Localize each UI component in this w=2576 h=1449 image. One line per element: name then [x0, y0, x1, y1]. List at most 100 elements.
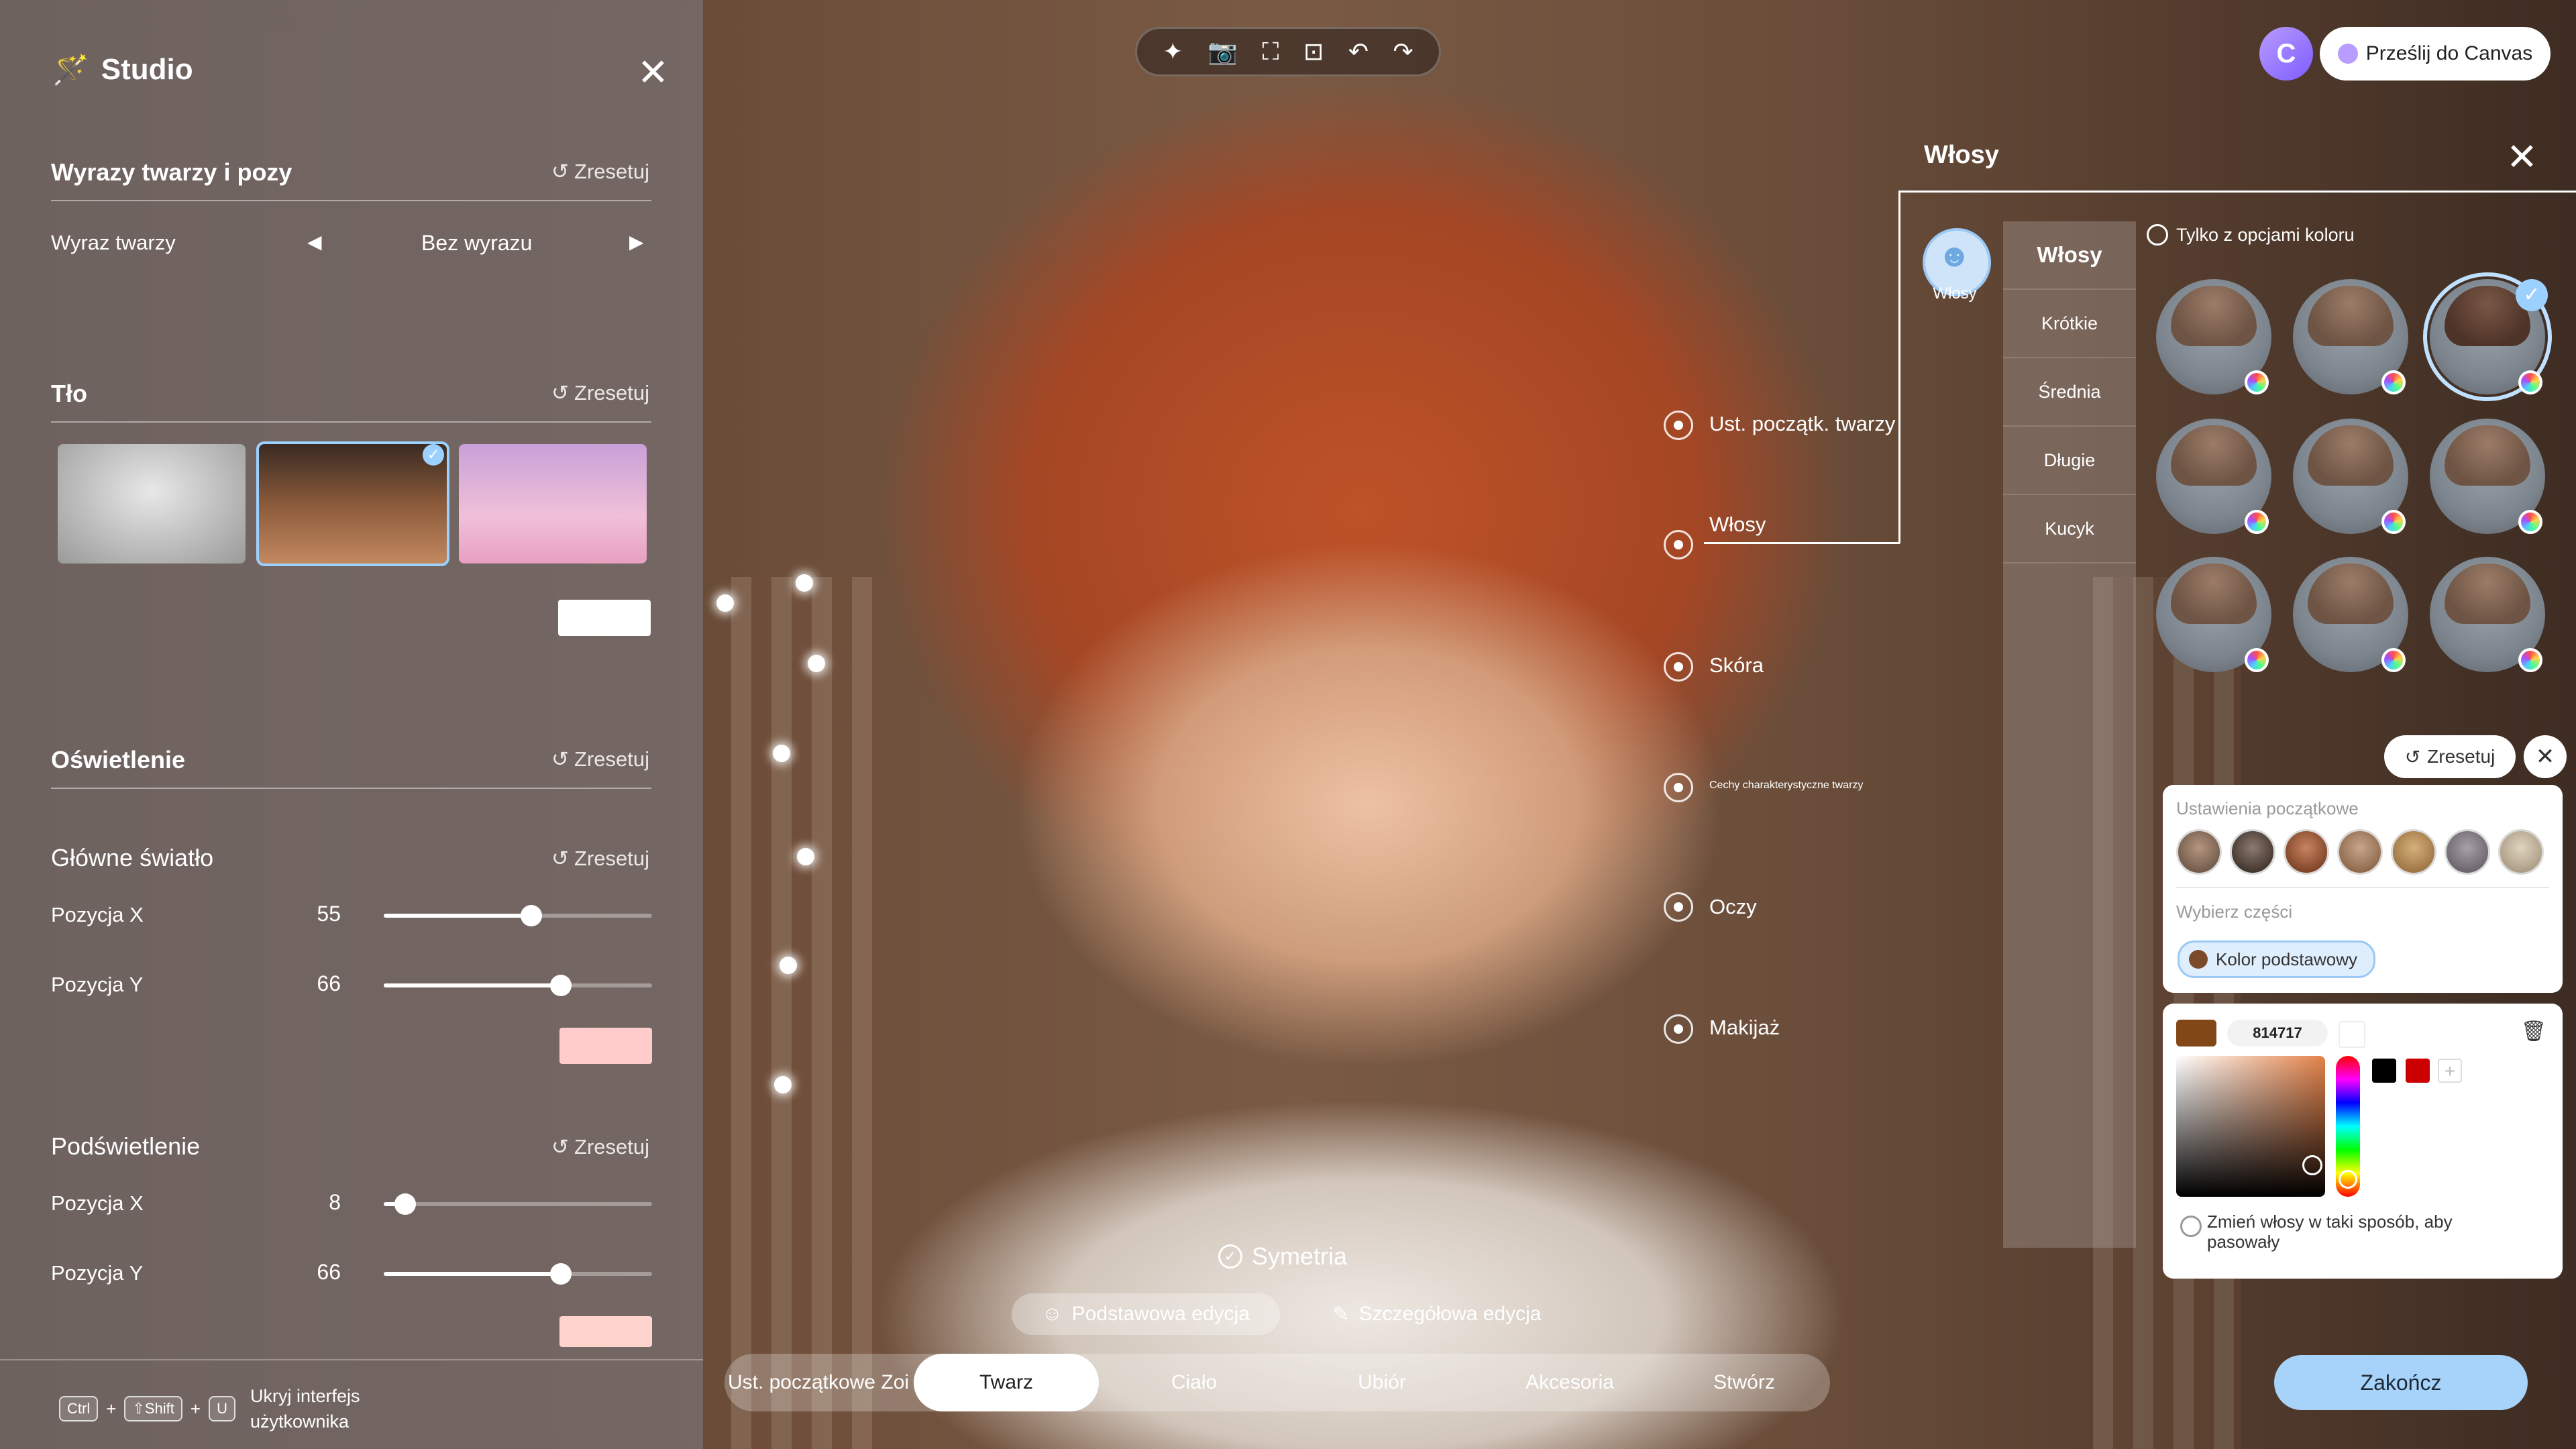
tab-accessories[interactable]: Akcesoria — [1477, 1354, 1662, 1411]
point-face-features[interactable] — [1664, 773, 1693, 802]
point-makeup[interactable] — [1664, 1014, 1693, 1044]
hair-style-item[interactable] — [2156, 279, 2271, 394]
color-wheel-icon — [2518, 510, 2542, 534]
lighting-reset-button[interactable]: ↺ Zresetuj — [551, 747, 649, 771]
color-preset[interactable] — [2445, 829, 2490, 875]
saturation-picker[interactable] — [2176, 1056, 2325, 1197]
subnav-item-ponytail[interactable]: Kucyk — [2003, 495, 2136, 564]
background-thumb-clouds[interactable] — [459, 444, 647, 564]
expression-next-button[interactable]: ▶ — [629, 231, 644, 253]
radio-icon[interactable] — [2147, 224, 2168, 246]
reset-icon: ↺ — [551, 847, 570, 870]
background-color-swatch[interactable] — [558, 600, 651, 636]
background-reset-button[interactable]: ↺ Zresetuj — [551, 381, 649, 405]
detail-edit-button[interactable]: ✎ Szczegółowa edycja — [1309, 1293, 1564, 1335]
hair-style-item[interactable] — [2293, 279, 2408, 394]
camera-icon[interactable]: 📷 — [1208, 38, 1238, 66]
subnav-item-medium[interactable]: Średnia — [2003, 358, 2136, 427]
light-bulb — [808, 655, 825, 672]
match-hair-option[interactable]: Zmień włosy w taki sposób, aby pasowały — [2207, 1212, 2489, 1252]
face-frame-icon[interactable]: ⊡ — [1303, 38, 1324, 66]
slider-knob[interactable] — [550, 1263, 572, 1285]
quick-color-red[interactable] — [2406, 1059, 2430, 1083]
subnav-item-short[interactable]: Krótkie — [2003, 290, 2136, 358]
hair-reset-button[interactable]: ↺ Zresetuj — [2384, 735, 2516, 778]
backlight-reset-button[interactable]: ↺ Zresetuj — [551, 1135, 649, 1159]
main-light-heading: Główne światło — [51, 844, 214, 871]
point-eyes[interactable] — [1664, 892, 1693, 922]
color-preset[interactable] — [2284, 829, 2329, 875]
eyedropper-swatch[interactable] — [2339, 1021, 2365, 1048]
hue-handle[interactable] — [2339, 1170, 2357, 1189]
main-light-reset-button[interactable]: ↺ Zresetuj — [551, 847, 649, 871]
close-hair-panel-button[interactable]: ✕ — [2506, 138, 2538, 176]
expression-prev-button[interactable]: ◀ — [307, 231, 322, 253]
backlight-color-swatch[interactable] — [559, 1316, 652, 1347]
background-heading: Tło — [51, 380, 87, 407]
hide-ui-shortcut: Ctrl + ⇧Shift + U Ukryj interfejs użytko… — [59, 1383, 378, 1434]
main-light-y-slider[interactable] — [384, 975, 652, 996]
hair-style-item[interactable] — [2156, 557, 2271, 672]
expressions-reset-button[interactable]: ↺ Zresetuj — [551, 160, 649, 184]
basic-edit-button[interactable]: ☺ Podstawowa edycja — [1012, 1293, 1280, 1335]
hair-style-item[interactable] — [2430, 557, 2545, 672]
color-picker-card: 814717 🗑 + Zmień włosy w taki sposób, ab… — [2163, 1004, 2563, 1279]
trash-icon[interactable]: 🗑 — [2521, 1020, 2546, 1043]
hue-slider[interactable] — [2336, 1056, 2360, 1197]
subnav-item-hair[interactable]: Włosy — [2003, 221, 2136, 290]
camera-toolbar: ✦ 📷 ⛶ ⊡ ↶ ↷ — [1135, 27, 1441, 76]
tab-zoi-presets[interactable]: Ust. początkowe Zoi — [724, 1354, 912, 1411]
color-only-option[interactable]: Tylko z opcjami koloru — [2147, 224, 2355, 246]
hair-connector-line — [1898, 191, 2576, 193]
reset-icon: ↺ — [551, 381, 570, 405]
slider-knob[interactable] — [394, 1193, 416, 1215]
close-studio-button[interactable]: ✕ — [637, 54, 669, 91]
hide-ui-label: Ukryj interfejs użytkownika — [250, 1386, 360, 1432]
close-color-editor-button[interactable]: ✕ — [2524, 735, 2567, 778]
radio-icon[interactable] — [2180, 1216, 2202, 1237]
hair-style-item[interactable] — [2156, 419, 2271, 534]
color-preset[interactable] — [2337, 829, 2383, 875]
hair-icon: ☻ — [1937, 238, 1972, 274]
slider-knob[interactable] — [521, 905, 542, 926]
tab-body[interactable]: Ciało — [1102, 1354, 1287, 1411]
color-preset[interactable] — [2176, 829, 2222, 875]
point-face-presets[interactable] — [1664, 411, 1693, 440]
main-light-x-slider[interactable] — [384, 905, 652, 926]
part-chip-base-color[interactable]: Kolor podstawowy — [2178, 941, 2375, 978]
picker-handle[interactable] — [2302, 1155, 2322, 1175]
reset-icon: ↺ — [551, 160, 570, 183]
send-to-canvas-button[interactable]: Prześlij do Canvas — [2320, 27, 2551, 80]
finish-button[interactable]: Zakończ — [2274, 1355, 2528, 1410]
undo-icon[interactable]: ↶ — [1348, 38, 1368, 66]
hair-style-item[interactable] — [2430, 419, 2545, 534]
background-thumb-studio[interactable] — [58, 444, 246, 564]
backlight-x-slider[interactable] — [384, 1193, 652, 1215]
sparkle-icon[interactable]: ✦ — [1163, 38, 1183, 66]
tab-create[interactable]: Stwórz — [1665, 1354, 1823, 1411]
main-light-color-swatch[interactable] — [559, 1028, 652, 1064]
tab-face[interactable]: Twarz — [914, 1354, 1099, 1411]
hair-style-item[interactable] — [2293, 557, 2408, 672]
hex-input[interactable]: 814717 — [2227, 1020, 2328, 1046]
light-bulb — [774, 1076, 792, 1093]
canvas-avatar[interactable]: C — [2259, 27, 2313, 80]
detail-edit-icon: ✎ — [1332, 1303, 1350, 1326]
tab-outfit[interactable]: Ubiór — [1289, 1354, 1474, 1411]
quick-color-black[interactable] — [2372, 1059, 2396, 1083]
color-preset[interactable] — [2391, 829, 2436, 875]
slider-knob[interactable] — [550, 975, 572, 996]
point-hair[interactable] — [1664, 530, 1693, 559]
point-skin[interactable] — [1664, 652, 1693, 682]
color-preset[interactable] — [2230, 829, 2275, 875]
symmetry-toggle[interactable]: ✓ Symetria — [1218, 1242, 1347, 1271]
color-preset[interactable] — [2498, 829, 2544, 875]
redo-icon[interactable]: ↷ — [1393, 38, 1413, 66]
parts-heading: Wybierz części — [2176, 902, 2293, 922]
add-color-button[interactable]: + — [2438, 1059, 2462, 1083]
backlight-y-slider[interactable] — [384, 1263, 652, 1285]
background-thumb-bedroom[interactable] — [256, 441, 449, 566]
subnav-item-long[interactable]: Długie — [2003, 427, 2136, 495]
frame-icon[interactable]: ⛶ — [1262, 38, 1279, 66]
hair-style-item[interactable] — [2293, 419, 2408, 534]
